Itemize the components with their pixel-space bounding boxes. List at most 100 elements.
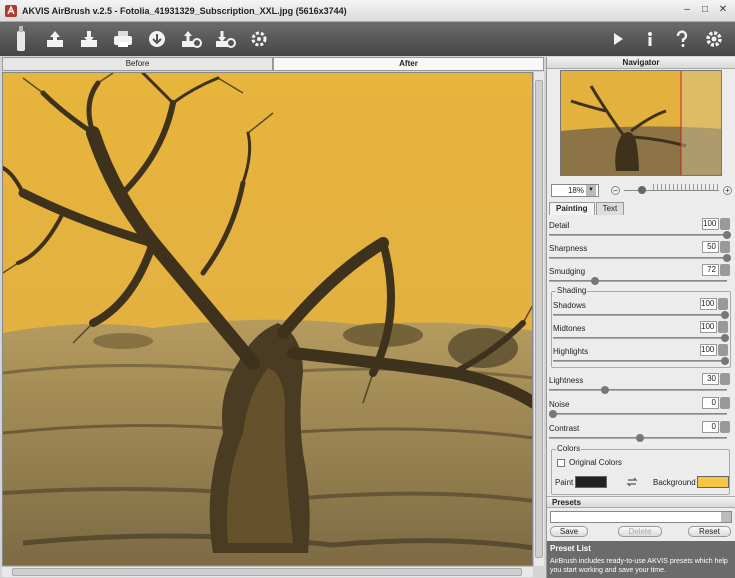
- lightness-value[interactable]: 30: [702, 373, 719, 385]
- shadows-value[interactable]: 100: [700, 298, 717, 310]
- open-button[interactable]: [40, 24, 70, 54]
- highlights-track[interactable]: [553, 360, 725, 362]
- export-presets-button[interactable]: [210, 24, 240, 54]
- info-button[interactable]: [635, 24, 665, 54]
- highlights-slider-knob[interactable]: [721, 357, 729, 365]
- highlights-spinner[interactable]: [718, 344, 728, 356]
- param-midtones: Midtones 100: [551, 321, 731, 345]
- paint-label: Paint: [555, 478, 574, 487]
- navigator-preview[interactable]: [560, 70, 722, 176]
- background-color-swatch[interactable]: [697, 476, 729, 488]
- lightness-spinner[interactable]: [720, 373, 730, 385]
- tab-painting[interactable]: Painting: [549, 202, 595, 215]
- colors-group: Colors Original Colors Paint Background: [551, 444, 730, 495]
- batch-settings-button[interactable]: [244, 24, 274, 54]
- smudging-slider-knob[interactable]: [590, 277, 599, 285]
- settings-panel: Navigator 18% ▼ – + Painting Text Detail…: [546, 57, 735, 578]
- preferences-icon: [706, 31, 722, 47]
- param-lightness: Lightness 30: [547, 373, 733, 397]
- shadows-spinner[interactable]: [718, 298, 728, 310]
- sharpness-track[interactable]: [549, 257, 727, 259]
- app-icon: [5, 4, 17, 17]
- preferences-button[interactable]: [699, 24, 729, 54]
- lightness-slider-knob[interactable]: [601, 386, 610, 394]
- zoom-field[interactable]: 18% ▼: [551, 183, 599, 197]
- help-button[interactable]: [667, 24, 697, 54]
- smudging-label: Smudging: [549, 267, 586, 276]
- toolbar-left-group: [6, 24, 274, 54]
- shadows-slider-knob[interactable]: [721, 311, 729, 319]
- detail-track[interactable]: [549, 234, 727, 236]
- sharpness-slider-knob[interactable]: [723, 254, 731, 262]
- settings-tabs: Painting Text: [549, 202, 625, 215]
- midtones-track[interactable]: [553, 337, 725, 339]
- preset-list-title: Preset List: [550, 544, 591, 553]
- original-colors-checkbox[interactable]: [557, 459, 565, 467]
- preset-list-info: Preset List AirBrush includes ready-to-u…: [547, 541, 735, 578]
- zoom-slider[interactable]: [624, 184, 719, 195]
- run-button[interactable]: [603, 24, 633, 54]
- contrast-label: Contrast: [549, 424, 580, 433]
- smudging-value[interactable]: 72: [702, 264, 719, 276]
- smudging-spinner[interactable]: [720, 264, 730, 276]
- colors-label: Colors: [556, 444, 582, 453]
- preset-dropdown-icon[interactable]: [721, 512, 731, 522]
- noise-slider-knob[interactable]: [549, 410, 557, 418]
- delete-preset-button[interactable]: Delete: [618, 526, 662, 537]
- detail-value[interactable]: 100: [702, 218, 719, 230]
- contrast-spinner[interactable]: [720, 421, 730, 433]
- share-button[interactable]: [142, 24, 172, 54]
- contrast-value[interactable]: 0: [702, 421, 719, 433]
- open-icon: [47, 31, 63, 47]
- presets-header: Presets: [547, 496, 735, 508]
- preset-select[interactable]: [550, 511, 732, 523]
- import-presets-button[interactable]: [176, 24, 206, 54]
- zoom-dropdown-icon[interactable]: ▼: [586, 184, 596, 196]
- save-icon: [81, 31, 97, 47]
- horizontal-scroll-thumb[interactable]: [12, 568, 522, 576]
- contrast-slider-knob[interactable]: [636, 434, 644, 442]
- minimize-button[interactable]: –: [679, 3, 695, 17]
- zoom-slider-knob[interactable]: [638, 186, 646, 194]
- swap-colors-icon[interactable]: [626, 476, 638, 488]
- zoom-row: 18% ▼ – +: [551, 183, 732, 197]
- tab-after[interactable]: After: [273, 57, 544, 71]
- vertical-scrollbar[interactable]: [533, 72, 544, 566]
- smudging-track[interactable]: [549, 280, 727, 282]
- zoom-out-button[interactable]: –: [611, 185, 620, 195]
- airbrush-tree-image: [3, 73, 532, 565]
- detail-spinner[interactable]: [720, 218, 730, 230]
- param-highlights: Highlights 100: [551, 344, 731, 368]
- maximize-button[interactable]: □: [697, 3, 713, 17]
- save-button[interactable]: [74, 24, 104, 54]
- param-smudging: Smudging 72: [547, 264, 733, 288]
- detail-slider-knob[interactable]: [723, 231, 731, 239]
- noise-track[interactable]: [549, 413, 727, 415]
- shadows-track[interactable]: [553, 314, 725, 316]
- lightness-track[interactable]: [549, 389, 727, 391]
- image-canvas[interactable]: [2, 72, 533, 566]
- vertical-scroll-thumb[interactable]: [535, 80, 543, 558]
- sharpness-value[interactable]: 50: [702, 241, 719, 253]
- midtones-slider-knob[interactable]: [721, 334, 729, 342]
- highlights-value[interactable]: 100: [700, 344, 717, 356]
- noise-value[interactable]: 0: [702, 397, 719, 409]
- paint-color-swatch[interactable]: [575, 476, 607, 488]
- close-button[interactable]: ✕: [715, 3, 731, 17]
- share-icon: [149, 31, 165, 47]
- navigator-thumbnail: [561, 71, 721, 175]
- info-icon: [648, 32, 652, 46]
- reset-preset-button[interactable]: Reset: [688, 526, 731, 537]
- save-preset-button[interactable]: Save: [550, 526, 588, 537]
- midtones-spinner[interactable]: [718, 321, 728, 333]
- horizontal-scrollbar[interactable]: [2, 566, 533, 577]
- noise-spinner[interactable]: [720, 397, 730, 409]
- print-button[interactable]: [108, 24, 138, 54]
- tab-before[interactable]: Before: [2, 57, 273, 71]
- sharpness-spinner[interactable]: [720, 241, 730, 253]
- midtones-value[interactable]: 100: [700, 321, 717, 333]
- zoom-in-button[interactable]: +: [723, 185, 732, 195]
- background-label: Background: [653, 478, 696, 487]
- print-icon: [114, 31, 132, 47]
- tab-text[interactable]: Text: [595, 202, 625, 215]
